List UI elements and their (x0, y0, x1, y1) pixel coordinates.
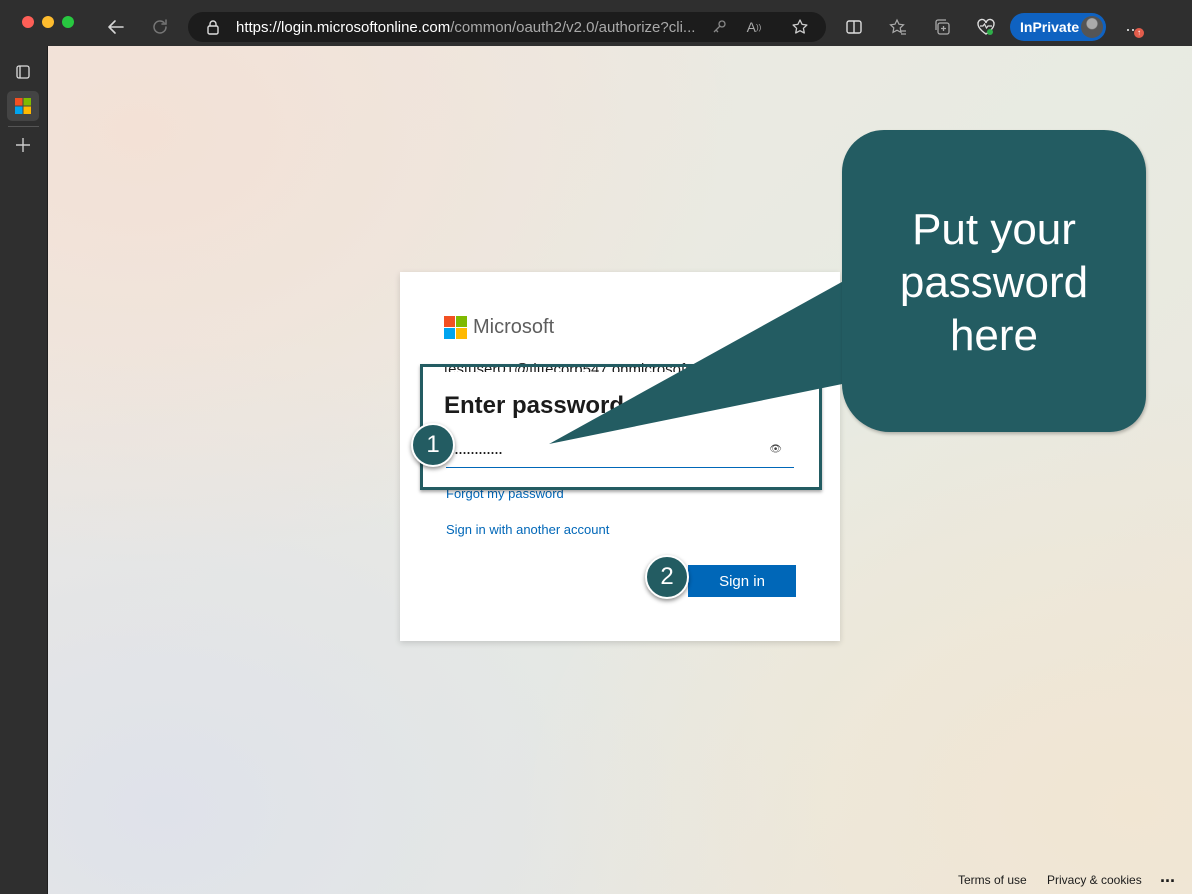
terms-of-use-link[interactable]: Terms of use (958, 873, 1027, 887)
step-2-badge: 2 (645, 555, 689, 599)
callout-text: Put your password here (842, 203, 1146, 362)
callout-line-2: password (899, 258, 1089, 307)
privacy-cookies-link[interactable]: Privacy & cookies (1047, 873, 1142, 887)
footer-more-icon[interactable]: ... (1160, 866, 1175, 887)
callout-line-1: Put your (912, 205, 1076, 254)
step-1-badge: 1 (411, 423, 455, 467)
callout-line-3: here (949, 311, 1039, 360)
